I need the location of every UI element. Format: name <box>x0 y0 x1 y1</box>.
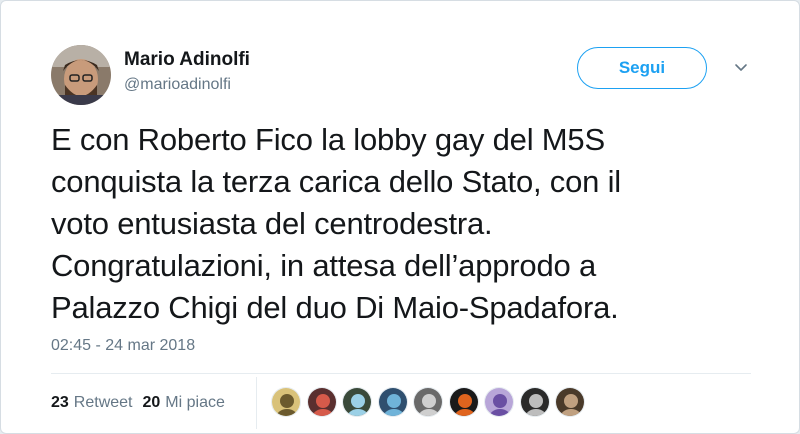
author-avatar-image <box>51 45 111 105</box>
follow-button[interactable]: Segui <box>577 47 707 89</box>
tweet-card: Mario Adinolfi @marioadinolfi Segui E co… <box>0 0 800 434</box>
author-handle[interactable]: @marioadinolfi <box>124 76 231 94</box>
stats-separator <box>256 377 257 429</box>
author-name[interactable]: Mario Adinolfi <box>124 49 250 71</box>
author-avatar[interactable] <box>51 45 111 105</box>
tweet-text-line: Congratulazioni, in attesa dell’approdo … <box>51 248 597 283</box>
like-label: Mi piace <box>165 394 225 411</box>
liker-avatar[interactable] <box>519 387 550 417</box>
liker-avatar[interactable] <box>484 387 514 417</box>
tweet-text-line: voto entusiasta del centrodestra. <box>51 206 493 241</box>
liker-avatar[interactable] <box>271 387 301 417</box>
like-count: 20 <box>142 394 161 411</box>
liker-avatar[interactable] <box>306 387 337 417</box>
tweet-stats: 23 Retweet 20 Mi piace <box>51 394 235 412</box>
tweet-text-line: E con Roberto Fico la lobby gay del M5S <box>51 122 605 157</box>
retweet-count: 23 <box>51 394 69 411</box>
tweet-text: E con Roberto Fico la lobby gay del M5S … <box>51 119 763 329</box>
tweet-text-line: conquista la terza carica dello Stato, c… <box>51 164 621 199</box>
liker-avatars <box>271 387 591 417</box>
liker-avatar[interactable] <box>448 387 479 417</box>
tweet-timestamp[interactable]: 02:45 - 24 mar 2018 <box>51 337 195 355</box>
liker-avatar[interactable] <box>413 387 443 417</box>
chevron-down-icon[interactable] <box>733 59 749 75</box>
like-stat[interactable]: 20 Mi piace <box>143 394 225 412</box>
liker-avatar[interactable] <box>377 387 408 417</box>
liker-avatar[interactable] <box>342 387 372 417</box>
divider <box>51 373 751 374</box>
tweet-text-line: Palazzo Chigi del duo Di Maio-Spadafora. <box>51 290 619 325</box>
retweet-stat[interactable]: 23 Retweet <box>51 394 133 412</box>
tweet-header: Mario Adinolfi @marioadinolfi Segui <box>51 45 751 105</box>
liker-avatar[interactable] <box>555 387 585 417</box>
retweet-label: Retweet <box>73 394 133 411</box>
